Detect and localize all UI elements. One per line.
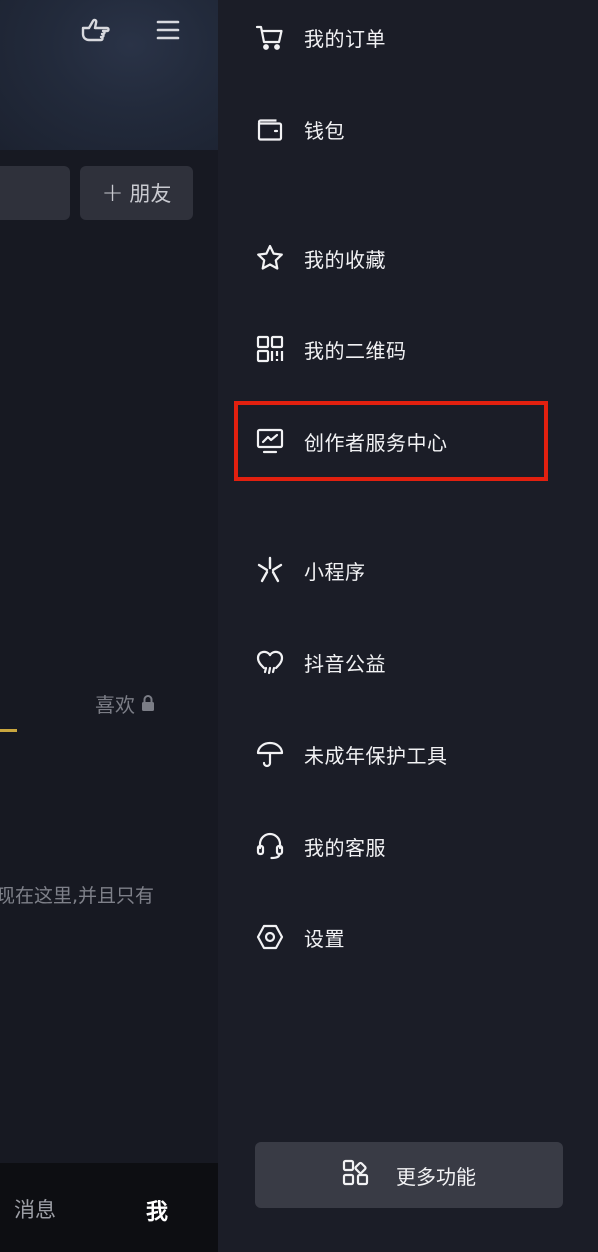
tab-likes[interactable]: 喜欢: [95, 689, 155, 718]
menu-item-favorites[interactable]: 我的收藏: [218, 230, 598, 286]
side-drawer-menu: 我的订单 钱包 我的收藏 我的二维码 创作者服务中心 小程序 抖音公益 未成年保…: [218, 0, 598, 1252]
menu-item-charity[interactable]: 抖音公益: [218, 634, 598, 690]
menu-item-label: 创作者服务中心: [304, 430, 448, 455]
active-tab-indicator: [0, 729, 17, 732]
menu-item-minor-protection[interactable]: 未成年保护工具: [218, 726, 598, 782]
menu-item-label: 设置: [304, 926, 345, 951]
headset-icon: [255, 831, 285, 861]
grid-icon: [342, 1159, 370, 1191]
umbrella-icon: [255, 739, 285, 769]
tab-messages[interactable]: 消息: [14, 1194, 56, 1224]
edit-profile-button[interactable]: [0, 166, 70, 220]
menu-item-my-orders[interactable]: 我的订单: [218, 9, 598, 65]
profile-header-cover: [0, 0, 218, 150]
wallet-icon: [255, 114, 285, 144]
heart-charity-icon: [255, 647, 285, 677]
cart-icon: [255, 22, 285, 52]
menu-item-wallet[interactable]: 钱包: [218, 101, 598, 157]
menu-item-customer-service[interactable]: 我的客服: [218, 818, 598, 874]
pointing-hand-icon[interactable]: [80, 16, 112, 46]
tab-me[interactable]: 我: [146, 1194, 168, 1226]
lock-icon: [141, 692, 155, 716]
hexagon-settings-icon: [255, 922, 285, 952]
menu-item-label: 小程序: [304, 559, 366, 584]
empty-state-hint: 现在这里,并且只有: [0, 885, 155, 907]
menu-item-label: 钱包: [304, 118, 345, 143]
profile-page-background: + 朋友 喜欢 现在这里,并且只有 消息 我: [0, 0, 218, 1252]
menu-item-label: 我的收藏: [304, 247, 386, 272]
qr-code-icon: [255, 334, 285, 364]
menu-item-label: 我的客服: [304, 835, 386, 860]
menu-item-label: 我的订单: [304, 26, 386, 51]
hamburger-menu-icon[interactable]: [156, 18, 180, 42]
menu-item-label: 未成年保护工具: [304, 743, 448, 768]
more-features-label: 更多功能: [396, 1164, 476, 1189]
add-friend-label: 朋友: [129, 182, 172, 206]
tab-likes-label: 喜欢: [95, 693, 135, 717]
menu-item-label: 我的二维码: [304, 338, 407, 363]
menu-item-label: 抖音公益: [304, 651, 386, 676]
monitor-chart-icon: [255, 426, 285, 456]
menu-item-qr-code[interactable]: 我的二维码: [218, 321, 598, 377]
mini-program-icon: [255, 555, 285, 585]
menu-item-creator-center[interactable]: 创作者服务中心: [218, 413, 598, 469]
plus-icon: +: [101, 178, 124, 208]
add-friend-button[interactable]: + 朋友: [80, 166, 193, 220]
more-features-button[interactable]: 更多功能: [255, 1142, 563, 1208]
menu-item-mini-programs[interactable]: 小程序: [218, 542, 598, 598]
menu-item-settings[interactable]: 设置: [218, 909, 598, 965]
star-icon: [255, 243, 285, 273]
